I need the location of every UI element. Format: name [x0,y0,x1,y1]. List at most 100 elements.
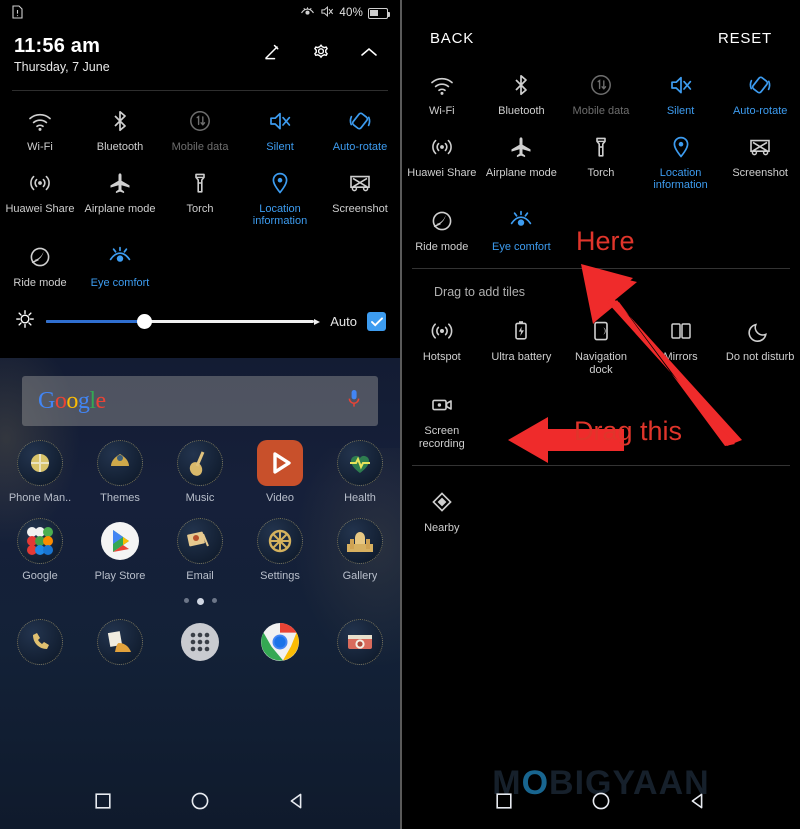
available-tile-ultra-battery[interactable]: Ultra battery [482,309,562,383]
mobile-data-icon [187,106,213,136]
tile-label: Airplane mode [84,202,156,215]
brightness-slider[interactable] [46,314,321,330]
app-icon-gallery[interactable]: Gallery [320,518,400,582]
clock-date: Thursday, 7 June [14,60,110,74]
brightness-icon [14,308,36,335]
app-icon-phone-manager[interactable]: Phone Man.. [0,440,80,504]
tile-label: Mobile data [572,105,630,117]
quick-tile-silent[interactable]: Silent [240,99,320,161]
edit-tile-bluetooth[interactable]: Bluetooth [482,63,562,125]
extra-tile-nearby[interactable]: Nearby [402,480,482,542]
app-icon-chrome[interactable] [240,619,320,665]
edit-tile-huawei-share[interactable]: Huawei Share [402,125,482,199]
collapse-chevron-up-icon[interactable] [356,40,382,66]
edit-tile-wi-fi[interactable]: Wi-Fi [402,63,482,125]
back-label-button[interactable]: BACK [430,30,474,47]
app-icon-themes[interactable]: Themes [80,440,160,504]
mute-status-icon [320,5,334,21]
auto-brightness-checkbox[interactable] [367,312,386,331]
edit-tile-ride-mode[interactable]: Ride mode [402,199,482,261]
gallery-icon [337,518,383,564]
quick-tile-location-information[interactable]: Location information [240,161,320,235]
email-icon [177,518,223,564]
google-search-bar[interactable]: Google [22,376,378,426]
app-icon-health[interactable]: Health [320,440,400,504]
quick-tile-airplane-mode[interactable]: Airplane mode [80,161,160,235]
available-tile-hotspot[interactable]: Hotspot [402,309,482,383]
app-icon-google-folder[interactable]: Google [0,518,80,582]
quick-tile-ride-mode[interactable]: Ride mode [0,235,80,297]
app-label: Email [186,570,214,582]
bluetooth-icon [508,70,534,100]
tile-label: Huawei Share [407,166,477,179]
wifi-icon [27,106,53,136]
huawei-share-icon [27,168,53,198]
app-label: Phone Man.. [8,492,72,504]
eye-comfort-status-icon [300,6,315,21]
themes-icon [97,440,143,486]
video-icon [257,440,303,486]
app-icon-play-store[interactable]: Play Store [80,518,160,582]
contacts-icon [97,619,143,665]
tile-label: Ultra battery [491,351,552,363]
quick-tile-screenshot[interactable]: Screenshot [320,161,400,235]
tile-label: Airplane mode [485,166,557,179]
section-divider-bottom [412,465,790,466]
app-icon-app-drawer[interactable] [160,619,240,665]
edit-tile-mobile-data[interactable]: Mobile data [561,63,641,125]
tile-label: Mobile data [171,141,229,153]
google-logo: Google [38,387,106,414]
ride-mode-icon [27,242,53,272]
app-label: Google [22,570,58,582]
back-button[interactable] [688,791,708,816]
screenshot-icon [347,168,373,198]
app-label: Themes [100,492,140,504]
quick-tile-bluetooth[interactable]: Bluetooth [80,99,160,161]
annotation-here-text: Here [576,226,635,256]
quick-tile-torch[interactable]: Torch [160,161,240,235]
tile-label: Eye comfort [90,276,150,289]
edit-tile-location-information[interactable]: Location information [641,125,721,199]
quick-tile-mobile-data[interactable]: Mobile data [160,99,240,161]
available-tile-screen-recording[interactable]: Screen recording [402,383,482,457]
location-pin-icon [267,168,293,198]
edit-tile-screenshot[interactable]: Screenshot [720,125,800,199]
app-icon-camera[interactable] [320,619,400,665]
edit-tile-airplane-mode[interactable]: Airplane mode [482,125,562,199]
silent-icon [668,70,694,100]
app-icon-contacts[interactable] [80,619,160,665]
screenshot-root: 40% 11:56 am Thursday, 7 June Wi-Fi Blue… [0,0,800,829]
reset-label-button[interactable]: RESET [718,30,772,47]
app-icon-music[interactable]: Music [160,440,240,504]
right-phone-screen: BACK RESET Wi-Fi Bluetooth Mobile data Sile… [400,0,800,829]
app-icon-video[interactable]: Video [240,440,320,504]
app-icon-phone-dialer[interactable] [0,619,80,665]
quick-tile-wi-fi[interactable]: Wi-Fi [0,99,80,161]
edit-tile-silent[interactable]: Silent [641,63,721,125]
app-label: Video [266,492,294,504]
tile-label: Wi-Fi [428,105,455,117]
tile-label: Location information [252,202,308,228]
edit-icon[interactable] [260,40,286,66]
edit-tile-auto-rotate[interactable]: Auto-rotate [720,63,800,125]
home-button[interactable] [590,790,612,817]
battery-icon [368,7,391,19]
edit-tile-torch[interactable]: Torch [561,125,641,199]
page-dot [183,598,189,603]
back-button[interactable] [287,791,307,816]
recents-button[interactable] [494,791,514,816]
app-icon-email[interactable]: Email [160,518,240,582]
quick-tile-eye-comfort[interactable]: Eye comfort [80,235,160,297]
tile-label: Location information [653,166,708,192]
recents-button[interactable] [93,791,113,816]
home-button[interactable] [189,790,211,817]
microphone-icon[interactable] [346,388,362,415]
edit-tile-eye-comfort[interactable]: Eye comfort [482,199,562,261]
settings-gear-icon[interactable] [308,40,334,66]
app-drawer-icon [177,619,223,665]
quick-tile-huawei-share[interactable]: Huawei Share [0,161,80,235]
quick-tile-auto-rotate[interactable]: Auto-rotate [320,99,400,161]
app-icon-settings[interactable]: Settings [240,518,320,582]
tile-label: Torch [587,166,615,179]
hotspot-icon [429,316,455,346]
